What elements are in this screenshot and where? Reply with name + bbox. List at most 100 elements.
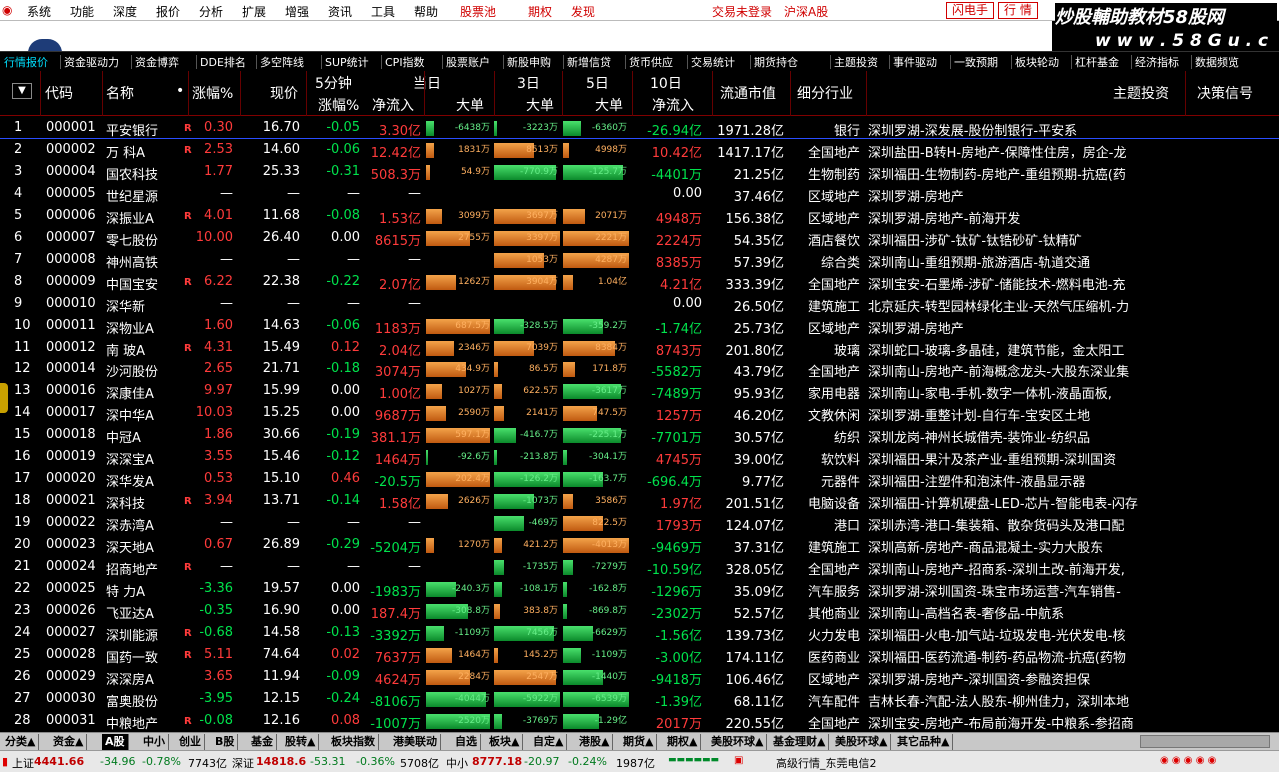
table-row[interactable]: 22 000025 特 力A -3.36 19.57 0.00 -1983万 -1296万 35… [0, 578, 1279, 600]
table-row[interactable]: 16 000019 深深宝A 3.55 15.46 -0.12 1464万 4745万 39.0… [0, 446, 1279, 468]
col-float-cap[interactable]: 流通市值 [720, 83, 776, 103]
table-row[interactable]: 7 000008 神州高铁 — — — — 8385万 57.39亿 综合类 深圳南山-重组预期-旅… [0, 249, 1279, 271]
col-name[interactable]: 名称 [106, 83, 134, 103]
tab-item[interactable]: 主题投资 [834, 54, 878, 70]
table-row[interactable]: 28 000031 中粮地产 -0.08 12.16 0.08 -1007万 2017万 220… [0, 710, 1279, 732]
table-row[interactable]: 11 000012 南 玻A 4.31 15.49 0.12 2.04亿 8743万 201.8… [0, 337, 1279, 359]
category-tab[interactable]: 基金理财▲ [770, 734, 830, 750]
category-tab[interactable]: 分类▲ [2, 734, 40, 750]
tab-item[interactable]: 一致预期 [954, 54, 998, 70]
sh-label[interactable]: 上证 [12, 755, 34, 771]
table-row[interactable]: 26 000029 深深房A 3.65 11.94 -0.09 4624万 -9418万 106… [0, 666, 1279, 688]
category-tab[interactable]: 美股环球▲ [832, 734, 892, 750]
quote-button[interactable]: 行 情 [998, 2, 1038, 19]
category-tab[interactable]: 港美联动 [390, 734, 441, 750]
table-row[interactable]: 18 000021 深科技 3.94 13.71 -0.14 1.58亿 1.97亿 201.5… [0, 490, 1279, 512]
zx-label[interactable]: 中小 [446, 755, 468, 771]
table-row[interactable]: 20 000023 深天地A 0.67 26.89 -0.29 -5204万 -9469万 37… [0, 534, 1279, 556]
category-tab[interactable]: 股转▲ [282, 734, 320, 750]
table-row[interactable]: 1 000001 平安银行 0.30 16.70 -0.05 3.30亿 -26.94亿 197… [0, 117, 1279, 139]
table-row[interactable]: 15 000018 中冠A 1.86 30.66 -0.19 381.1万 -7701万 30.… [0, 424, 1279, 446]
category-tab[interactable]: B股 [212, 734, 239, 750]
tab-item[interactable]: CPI指数 [385, 54, 425, 70]
category-tab[interactable]: 期权▲ [664, 734, 702, 750]
tab-item[interactable]: 新股申购 [507, 54, 551, 70]
category-tab[interactable]: 美股环球▲ [708, 734, 768, 750]
menu-enhance[interactable]: 增强 [285, 3, 309, 20]
tab-item[interactable]: 杠杆基金 [1075, 54, 1119, 70]
table-row[interactable]: 14 000017 深中华A 10.03 15.25 0.00 9687万 1257万 46.2… [0, 402, 1279, 424]
table-row[interactable]: 3 000004 国农科技 1.77 25.33 -0.31 508.3万 -4401万 21.… [0, 161, 1279, 183]
category-tab[interactable]: 期货▲ [620, 734, 658, 750]
table-row[interactable]: 25 000028 国药一致 5.11 74.64 0.02 7637万 -3.00亿 174.… [0, 644, 1279, 666]
tab-item[interactable]: 数据频览 [1195, 54, 1239, 70]
col-big-order-today[interactable]: 大单 [456, 95, 484, 115]
col-code[interactable]: 代码 [45, 83, 73, 103]
tab-item[interactable]: 股票账户 [446, 54, 490, 70]
menu-options[interactable]: 期权 [528, 3, 552, 20]
table-row[interactable]: 4 000005 世纪星源 — — — — 0.00 37.46亿 区域地产 深圳罗湖-房地产 [0, 183, 1279, 205]
category-tab[interactable]: 创业 [176, 734, 205, 750]
tab-item[interactable]: 资金博弈 [135, 54, 179, 70]
tab-item[interactable]: DDE排名 [200, 54, 246, 70]
table-row[interactable]: 6 000007 零七股份 10.00 26.40 0.00 8615万 2224万 54.35… [0, 227, 1279, 249]
col-big-order-5d[interactable]: 大单 [595, 95, 623, 115]
trade-status[interactable]: 交易未登录 [712, 3, 772, 20]
tab-item[interactable]: 期货持仓 [754, 54, 798, 70]
col-industry[interactable]: 细分行业 [797, 83, 853, 103]
col-change-pct[interactable]: 涨幅% [192, 83, 233, 103]
flash-trade-button[interactable]: 闪电手 [946, 2, 995, 19]
tab-item[interactable]: 经济指标 [1135, 54, 1179, 70]
table-row[interactable]: 13 000016 深康佳A 9.97 15.99 0.00 1.00亿 -7489万 95.9… [0, 380, 1279, 402]
col-5min-pct[interactable]: 涨幅% [318, 95, 359, 115]
col-price[interactable]: 现价 [270, 83, 298, 103]
category-tab[interactable]: 板块指数 [328, 734, 379, 750]
sz-label[interactable]: 深证 [232, 755, 254, 771]
tab-item[interactable]: 货币供应 [629, 54, 673, 70]
category-tab[interactable]: 自定▲ [530, 734, 568, 750]
table-row[interactable]: 2 000002 万 科A 2.53 14.60 -0.06 12.42亿 10.42亿 141… [0, 139, 1279, 161]
menu-quote[interactable]: 报价 [156, 3, 180, 20]
col-signal[interactable]: 决策信号 [1197, 83, 1253, 103]
col-theme[interactable]: 主题投资 [1113, 83, 1169, 103]
tab-item[interactable]: 资金驱动力 [64, 54, 119, 70]
horizontal-scrollbar[interactable] [1140, 735, 1270, 748]
table-row[interactable]: 8 000009 中国宝安 6.22 22.38 -0.22 2.07亿 4.21亿 333.3… [0, 271, 1279, 293]
table-row[interactable]: 19 000022 深赤湾A — — — — 1793万 124.07亿 港口 深圳赤湾-港口-集装… [0, 512, 1279, 534]
tab-item[interactable]: 行情报价 [4, 54, 48, 70]
tab-item[interactable]: 板块轮动 [1015, 54, 1059, 70]
menu-extend[interactable]: 扩展 [242, 3, 266, 20]
table-row[interactable]: 10 000011 深物业A 1.60 14.63 -0.06 1183万 -1.74亿 25.… [0, 315, 1279, 337]
tab-item[interactable]: 事件驱动 [893, 54, 937, 70]
col-net-inflow[interactable]: 净流入 [372, 95, 414, 115]
menu-analysis[interactable]: 分析 [199, 3, 223, 20]
category-tab[interactable]: 资金▲ [50, 734, 88, 750]
tab-item[interactable]: 交易统计 [691, 54, 735, 70]
menu-depth[interactable]: 深度 [113, 3, 137, 20]
table-row[interactable]: 23 000026 飞亚达A -0.35 16.90 0.00 187.4万 -2302万 52… [0, 600, 1279, 622]
tab-item[interactable]: 新增信贷 [567, 54, 611, 70]
table-row[interactable]: 5 000006 深振业A 4.01 11.68 -0.08 1.53亿 4948万 156.3… [0, 205, 1279, 227]
menu-function[interactable]: 功能 [70, 3, 94, 20]
table-row[interactable]: 27 000030 富奥股份 -3.95 12.15 -0.24 -8106万 -1.39亿 6… [0, 688, 1279, 710]
menu-news[interactable]: 资讯 [328, 3, 352, 20]
category-tab[interactable]: 基金 [248, 734, 277, 750]
table-row[interactable]: 17 000020 深华发A 0.53 15.10 0.46 -20.5万 -696.4万 9.… [0, 468, 1279, 490]
category-tab[interactable]: A股 [102, 734, 129, 750]
category-tab[interactable]: 板块▲ [486, 734, 524, 750]
table-row[interactable]: 9 000010 深华新 — — — — 0.00 26.50亿 建筑施工 北京延庆-转型园林绿化主… [0, 293, 1279, 315]
table-row[interactable]: 21 000024 招商地产 — — — — -10.59亿 328.05亿 全国地产 深圳南山-房… [0, 556, 1279, 578]
category-tab[interactable]: 其它品种▲ [894, 734, 954, 750]
sort-menu-icon[interactable]: ▼ [12, 83, 32, 99]
expand-left-icon[interactable] [0, 383, 8, 413]
col-net-inflow-10d[interactable]: 净流入 [652, 95, 694, 115]
tab-item[interactable]: 多空阵线 [260, 54, 304, 70]
table-row[interactable]: 12 000014 沙河股份 2.65 21.71 -0.18 3074万 -5582万 43.… [0, 358, 1279, 380]
col-big-order-3d[interactable]: 大单 [526, 95, 554, 115]
category-tab[interactable]: 自选 [452, 734, 481, 750]
category-tab[interactable]: 港股▲ [576, 734, 614, 750]
menu-help[interactable]: 帮助 [414, 3, 438, 20]
table-row[interactable]: 24 000027 深圳能源 -0.68 14.58 -0.13 -3392万 -1.56亿 1… [0, 622, 1279, 644]
menu-discover[interactable]: 发现 [571, 3, 595, 20]
menu-system[interactable]: 系统 [27, 3, 51, 20]
